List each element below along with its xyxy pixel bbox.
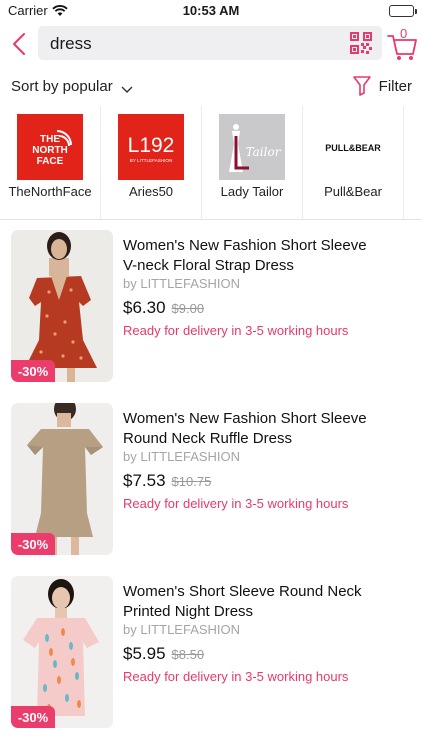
product-old-price: $8.50: [171, 647, 205, 662]
logo-text-face: FACE: [37, 156, 64, 167]
brand-item-aries50[interactable]: L192 BY LITTLEFASHION Aries50: [101, 106, 202, 219]
product-image[interactable]: -30%: [11, 230, 113, 382]
product-title-line: V-neck Floral Strap Dress: [123, 257, 294, 274]
product-image[interactable]: -30%: [11, 403, 113, 555]
funnel-icon: [352, 76, 371, 96]
product-price: $5.95: [123, 644, 166, 663]
thenorthface-logo: THE NORTH FACE: [17, 114, 83, 180]
battery-icon: [389, 5, 417, 17]
filter-label: Filter: [378, 77, 412, 95]
discount-badge: -30%: [11, 706, 55, 728]
product-brand: by LITTLEFASHION: [123, 449, 241, 464]
product-title[interactable]: Women's New Fashion Short Sleeve V-neck …: [123, 236, 413, 276]
cart-count-badge: 0: [400, 26, 408, 41]
logo-text-pullbear: PULL&BEAR: [325, 143, 381, 153]
product-brand: by LITTLEFASHION: [123, 622, 241, 637]
price-row: $5.95 $8.50: [123, 644, 204, 666]
discount-badge: -30%: [11, 533, 55, 555]
discount-badge: -30%: [11, 360, 55, 382]
status-bar: Carrier 10:53 AM: [0, 0, 422, 22]
brand-carousel: THE NORTH FACE TheNorthFace L192 BY LITT…: [0, 106, 422, 220]
chevron-down-icon[interactable]: [121, 81, 133, 99]
search-header: dress 0: [0, 22, 422, 66]
brand-item-pull-and-bear[interactable]: PULL&BEAR Pull&Bear: [303, 106, 404, 219]
logo-text-tailor: Tailor: [246, 145, 282, 159]
search-query: dress: [50, 34, 92, 53]
product-card[interactable]: -30% Women's Short Sleeve Round Neck Pri…: [0, 576, 422, 736]
product-card[interactable]: -30% Women's New Fashion Short Sleeve V-…: [0, 230, 422, 390]
lady-tailor-logo: Tailor: [219, 114, 285, 180]
product-title-line: Women's Short Sleeve Round Neck: [123, 583, 362, 600]
delivery-info: Ready for delivery in 3-5 working hours: [123, 323, 349, 338]
product-title-line: Printed Night Dress: [123, 603, 254, 620]
delivery-info: Ready for delivery in 3-5 working hours: [123, 669, 349, 684]
pull-and-bear-logo: PULL&BEAR: [320, 114, 386, 180]
product-title-line: Women's New Fashion Short Sleeve: [123, 410, 367, 427]
sort-filter-bar: Sort by popular Filter: [0, 66, 422, 104]
product-old-price: $9.00: [171, 301, 205, 316]
logo-text-north: NORTH: [32, 145, 68, 156]
back-button[interactable]: [6, 26, 32, 62]
brand-item-thenorthface[interactable]: THE NORTH FACE TheNorthFace: [0, 106, 101, 219]
logo-text-l192: L192: [128, 134, 175, 157]
price-row: $6.30 $9.00: [123, 298, 204, 320]
brand-item-lady-tailor[interactable]: Tailor Lady Tailor: [202, 106, 303, 219]
brand-name: Aries50: [128, 184, 174, 199]
product-image[interactable]: -30%: [11, 576, 113, 728]
chevron-left-icon: [13, 33, 25, 55]
product-brand: by LITTLEFASHION: [123, 276, 241, 291]
product-old-price: $10.75: [171, 474, 212, 489]
brand-name: Pull&Bear: [324, 184, 382, 199]
logo-text-the: THE: [40, 134, 60, 145]
filter-button[interactable]: Filter: [352, 74, 412, 98]
product-title-line: Women's New Fashion Short Sleeve: [123, 237, 367, 254]
brand-name: TheNorthFace: [8, 184, 92, 199]
clock: 10:53 AM: [182, 3, 240, 18]
brand-name: Lady Tailor: [220, 184, 284, 199]
search-input[interactable]: dress: [38, 26, 382, 60]
product-card[interactable]: -30% Women's New Fashion Short Sleeve Ro…: [0, 403, 422, 563]
l192-logo: L192 BY LITTLEFASHION: [118, 114, 184, 180]
price-row: $7.53 $10.75: [123, 471, 211, 493]
product-title[interactable]: Women's Short Sleeve Round Neck Printed …: [123, 582, 413, 622]
product-title-line: Round Neck Ruffle Dress: [123, 430, 292, 447]
product-price: $6.30: [123, 298, 166, 317]
delivery-info: Ready for delivery in 3-5 working hours: [123, 496, 349, 511]
qr-code-icon[interactable]: [349, 31, 373, 60]
product-title[interactable]: Women's New Fashion Short Sleeve Round N…: [123, 409, 413, 449]
cart-button[interactable]: 0: [386, 24, 418, 62]
sort-dropdown[interactable]: Sort by popular: [11, 78, 113, 95]
product-price: $7.53: [123, 471, 166, 490]
logo-text-littlefashion: BY LITTLEFASHION: [130, 158, 173, 163]
